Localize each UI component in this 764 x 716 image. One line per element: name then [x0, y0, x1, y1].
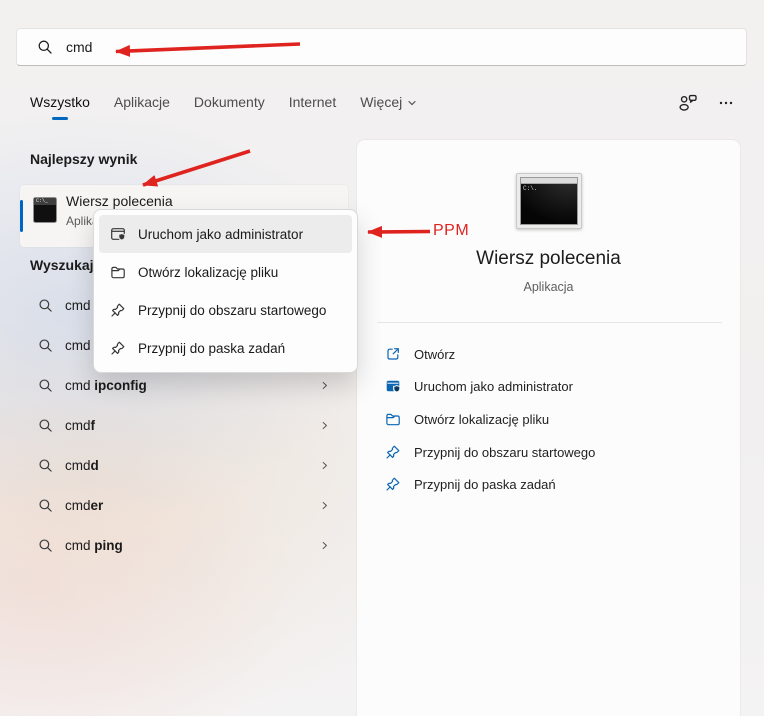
tab-wiecej[interactable]: Więcej — [360, 94, 417, 120]
pin-icon — [385, 476, 401, 492]
best-result-header: Najlepszy wynik — [30, 151, 138, 167]
menu-item-open-file-location[interactable]: Otwórz lokalizację pliku — [99, 253, 352, 291]
tab-dokumenty[interactable]: Dokumenty — [194, 94, 265, 120]
suggestion-row[interactable]: cmd ipconfig — [20, 370, 348, 400]
active-tab-indicator — [51, 117, 68, 120]
search-icon — [38, 298, 53, 313]
open-icon — [385, 346, 401, 362]
search-filter-tabs: Wszystko Aplikacje Dokumenty Internet Wi… — [30, 94, 417, 120]
search-icon — [38, 458, 53, 473]
search-query-text: cmd — [66, 39, 93, 55]
suggestion-row[interactable]: cmd ping — [20, 530, 348, 560]
admin-shield-icon — [385, 378, 401, 394]
chevron-right-icon — [319, 500, 330, 511]
tab-aplikacje[interactable]: Aplikacje — [114, 94, 170, 120]
preview-title: Wiersz polecenia — [476, 248, 621, 269]
chevron-right-icon — [319, 420, 330, 431]
suggestion-row[interactable]: cmdd — [20, 450, 348, 480]
web-search-header: Wyszukaj — [30, 257, 94, 273]
tab-internet[interactable]: Internet — [289, 94, 336, 120]
action-pin-to-start[interactable]: Przypnij do obszaru startowego — [377, 436, 724, 468]
context-menu: Uruchom jako administrator Otwórz lokali… — [93, 209, 358, 373]
pin-icon — [110, 302, 126, 318]
folder-icon — [385, 411, 401, 427]
pin-icon — [110, 340, 126, 356]
chevron-right-icon — [319, 460, 330, 471]
pin-icon — [385, 444, 401, 460]
search-icon — [37, 39, 53, 55]
search-icon — [38, 418, 53, 433]
tab-wszystko[interactable]: Wszystko — [30, 94, 90, 120]
search-icon — [38, 538, 53, 553]
menu-item-run-as-admin[interactable]: Uruchom jako administrator — [99, 215, 352, 253]
chevron-right-icon — [319, 540, 330, 551]
menu-item-pin-to-start[interactable]: Przypnij do obszaru startowego — [99, 291, 352, 329]
arrow-to-best-result — [142, 149, 251, 187]
action-run-as-admin[interactable]: Uruchom jako administrator — [377, 370, 724, 402]
cmd-app-icon: C:\_ — [33, 197, 57, 223]
admin-shield-icon — [110, 226, 126, 242]
divider — [377, 322, 722, 323]
suggestion-row[interactable]: cmder — [20, 490, 348, 520]
chevron-right-icon — [319, 380, 330, 391]
account-feedback-icon[interactable] — [678, 92, 698, 113]
more-options-icon[interactable] — [716, 95, 736, 111]
action-pin-to-taskbar[interactable]: Przypnij do paska zadań — [377, 468, 724, 500]
menu-item-pin-to-taskbar[interactable]: Przypnij do paska zadań — [99, 329, 352, 367]
cmd-app-icon-large: C:\. — [516, 173, 582, 229]
best-result-title: Wiersz polecenia — [66, 193, 173, 209]
selection-indicator — [20, 200, 23, 232]
search-header-buttons — [678, 92, 736, 113]
search-input[interactable]: cmd — [16, 28, 747, 66]
preview-pane: C:\. Wiersz polecenia Aplikacja Otwórz U… — [357, 140, 740, 716]
search-icon — [38, 498, 53, 513]
preview-subtitle: Aplikacja — [523, 280, 574, 294]
windows-search-window: cmd Wszystko Aplikacje Dokumenty Interne… — [0, 0, 764, 716]
action-open-file-location[interactable]: Otwórz lokalizację pliku — [377, 403, 724, 435]
search-icon — [38, 338, 53, 353]
action-open[interactable]: Otwórz — [377, 338, 724, 370]
suggestion-row[interactable]: cmdf — [20, 410, 348, 440]
search-icon — [38, 378, 53, 393]
chevron-down-icon — [407, 98, 417, 108]
folder-icon — [110, 264, 126, 280]
